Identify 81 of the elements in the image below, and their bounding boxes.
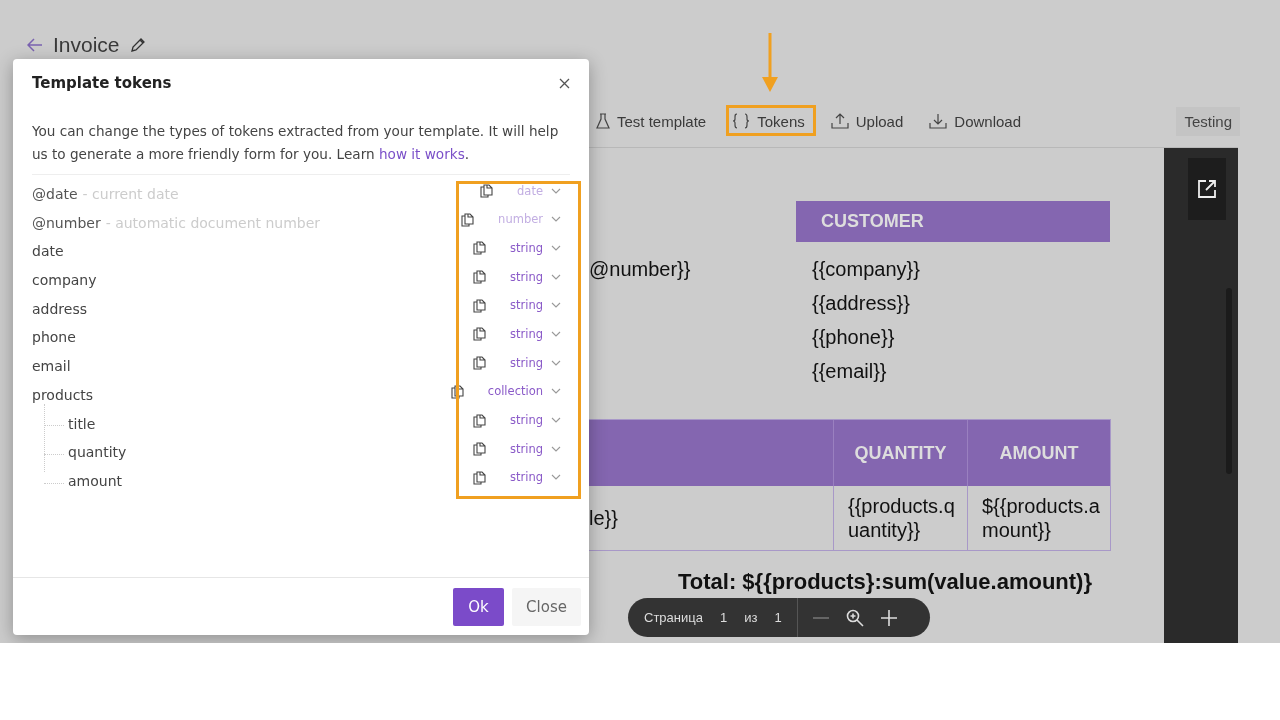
type-dropdown[interactable]: string	[510, 441, 561, 456]
chevron-down-icon	[551, 417, 561, 423]
token-name: company	[32, 272, 97, 289]
close-button[interactable]: Close	[512, 588, 581, 626]
zoom-icon[interactable]	[845, 608, 864, 627]
back-arrow-icon[interactable]	[27, 38, 43, 52]
token-name: phone	[32, 329, 76, 346]
toolbar-button[interactable]: Upload	[824, 108, 910, 134]
table-cell: ${{products.amount}}	[967, 486, 1110, 550]
chevron-down-icon	[551, 216, 561, 223]
chevron-down-icon	[551, 359, 561, 366]
chevron-down-icon	[551, 244, 561, 251]
open-external-button[interactable]	[1188, 158, 1226, 220]
page-number: 1	[719, 610, 728, 625]
type-dropdown[interactable]: string	[510, 413, 561, 427]
chevron-down-icon	[551, 187, 561, 194]
toolbar-button[interactable]: Download	[923, 108, 1027, 134]
copy-icon[interactable]	[459, 210, 477, 228]
token-name: @date	[32, 186, 78, 202]
table-header-cell: CUSTOMER	[796, 201, 1110, 242]
token-name: date	[32, 243, 64, 260]
copy-icon[interactable]	[471, 268, 488, 286]
annotation-arrow	[761, 33, 779, 93]
copy-icon[interactable]	[448, 382, 466, 400]
pencil-icon[interactable]	[129, 37, 146, 53]
type-dropdown[interactable]: string	[510, 326, 561, 341]
token-name: quantity	[68, 444, 127, 461]
type-dropdown[interactable]: string	[510, 355, 561, 370]
copy-icon[interactable]	[471, 325, 488, 343]
copy-icon[interactable]	[471, 354, 488, 372]
type-dropdown[interactable]: string	[510, 298, 561, 313]
dialog-description: You can change the types of tokens extracted from your template. It will help us to generate a more friendly form for you. Learn how it works.	[32, 120, 570, 175]
type-dropdown[interactable]: string	[510, 269, 561, 284]
total-text: Total: ${{products}:sum(value.amount)}	[678, 569, 1093, 595]
chevron-down-icon	[551, 445, 561, 452]
ok-button[interactable]: Ok	[453, 588, 504, 626]
token-name: @number	[32, 214, 101, 231]
chevron-down-icon	[551, 474, 561, 481]
mode-badge: Testing	[1176, 106, 1240, 136]
upload-icon	[830, 113, 849, 129]
token-name: email	[32, 358, 71, 375]
close-icon[interactable]	[559, 77, 570, 89]
copy-icon[interactable]	[471, 239, 488, 257]
type-dropdown[interactable]: collection	[487, 384, 561, 399]
download-icon	[929, 113, 948, 129]
document-text: {{address}}	[812, 292, 911, 315]
toolbar-button[interactable]: Tokens	[726, 108, 811, 134]
dialog-title: Template tokens	[32, 74, 172, 92]
flask-icon	[596, 113, 610, 129]
type-dropdown[interactable]: string	[510, 470, 561, 485]
copy-icon[interactable]	[478, 182, 496, 199]
zoom-in-icon[interactable]	[880, 609, 897, 626]
token-name: amount	[68, 472, 123, 489]
document-text: {{email}}	[812, 360, 888, 383]
document-text: {{phone}}	[812, 326, 896, 349]
page-count: 1	[774, 610, 782, 625]
table-header-cell: QUANTITY	[833, 420, 967, 486]
chevron-down-icon	[551, 273, 561, 280]
token-name: title	[68, 415, 96, 432]
page-title: Invoice	[53, 33, 120, 57]
chevron-down-icon	[551, 330, 561, 337]
copy-icon[interactable]	[471, 440, 488, 458]
token-name: products	[32, 386, 94, 403]
table-header-cell: AMOUNT	[967, 420, 1110, 486]
chevron-down-icon	[551, 388, 561, 395]
document-text: {{company}}	[812, 258, 921, 281]
copy-icon[interactable]	[471, 296, 488, 314]
copy-icon[interactable]	[471, 468, 488, 486]
token-name: address	[32, 300, 87, 317]
table-cell-text: le}}	[589, 506, 619, 531]
page-of-label: из	[744, 610, 758, 625]
braces-icon	[732, 113, 751, 129]
copy-icon[interactable]	[471, 411, 488, 429]
type-dropdown[interactable]: string	[510, 240, 561, 255]
page-label: Страница	[644, 610, 703, 625]
external-link-icon	[1197, 179, 1217, 199]
chevron-down-icon	[551, 302, 561, 309]
how-it-works-link[interactable]: how it works	[378, 146, 465, 162]
document-text: @number}}	[589, 257, 692, 282]
toolbar-button[interactable]: Test template	[590, 108, 713, 134]
table-cell: {{products.quantity}}	[833, 486, 967, 550]
